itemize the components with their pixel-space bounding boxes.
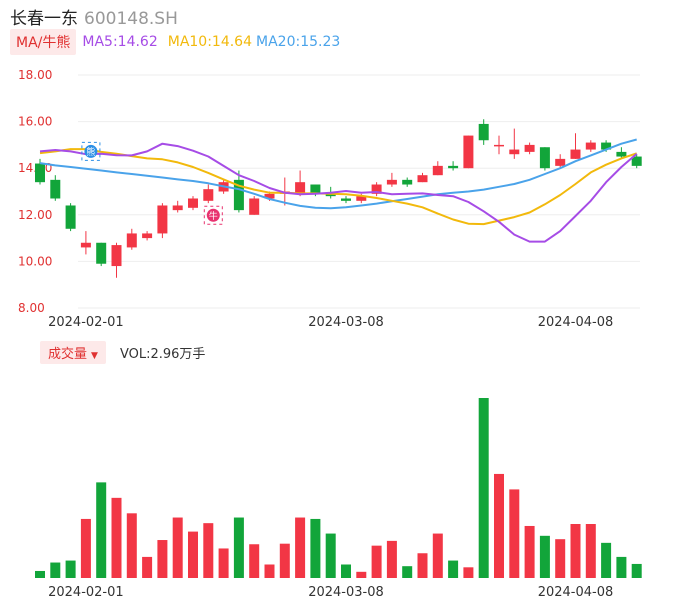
volume-bar [249,544,260,578]
candle-body [417,175,428,183]
candle-body [585,142,596,150]
volume-bar [157,540,168,578]
candle-body [172,205,183,211]
candle-body [65,205,76,229]
volume-bar [126,513,137,578]
volume-bar [203,523,214,578]
candle-body [555,158,566,166]
volume-bar [295,517,306,578]
x-tick-label: 2024-04-08 [538,315,614,330]
volume-bar [264,564,275,578]
x-tick-label: 2024-03-08 [308,585,384,600]
marker-label: 熊 [86,146,95,158]
candle-body [463,135,474,169]
volume-bar [585,524,596,578]
price-volume-chart[interactable]: 18.0016.0014.0012.0010.008.002024-02-012… [0,0,686,606]
volume-bar [463,567,474,578]
y-tick-label: 8.00 [18,301,45,315]
x-tick-label: 2024-03-08 [308,315,384,330]
y-tick-label: 12.00 [18,208,52,222]
candle-body [80,242,91,248]
volume-bar [35,570,45,578]
candle-body [249,198,260,215]
y-tick-label: 16.00 [18,115,52,129]
volume-bar [478,398,489,578]
candle-body [295,182,306,194]
volume-bar [356,571,367,578]
volume-bar [631,563,642,578]
x-tick-label: 2024-02-01 [48,585,124,600]
volume-bar [616,556,627,578]
candle-body [448,165,459,169]
candle-body [570,149,581,159]
candle-body [157,205,168,234]
volume-bar [539,535,550,578]
volume-bar [142,556,153,578]
volume-bar [111,497,122,578]
candle-body [509,149,520,155]
y-tick-label: 10.00 [18,254,52,268]
candle-body [524,144,535,152]
candle-body [432,165,443,176]
y-tick-label: 18.00 [18,68,52,82]
volume-bar [509,489,520,578]
candle-body [35,163,45,183]
candle-body [402,179,413,185]
candle-body [50,179,61,199]
candle-body [203,189,214,201]
candle-body [478,123,489,141]
candle-body [494,144,504,147]
marker-label: 牛 [209,210,218,222]
volume-bar [402,566,413,578]
volume-bar [325,533,336,578]
candle-body [111,245,122,267]
x-tick-label: 2024-04-08 [538,585,614,600]
candle-body [96,242,107,264]
candle-body [539,147,550,169]
volume-bar [417,553,428,578]
volume-bar [80,518,91,578]
volume-bar [96,482,107,578]
volume-bar [233,517,244,578]
volume-bar [218,548,229,578]
x-tick-label: 2024-02-01 [48,315,124,330]
volume-bar [310,518,321,578]
volume-bar [494,473,504,578]
candle-body [386,179,397,185]
volume-bar [65,560,76,578]
volume-bar [386,540,397,578]
candle-body [142,233,153,239]
volume-bar [341,564,351,578]
volume-bar [371,545,382,578]
volume-bar [601,542,612,578]
volume-bar [432,533,443,578]
volume-bar [524,525,535,578]
volume-bar [570,524,581,578]
candle-body [341,198,351,201]
candle-body [126,233,137,248]
volume-bar [172,517,183,578]
volume-bar [188,531,198,578]
volume-bar [555,539,566,578]
volume-bar [279,543,290,578]
candle-body [616,151,627,157]
volume-bar [50,562,61,578]
volume-bar [448,560,459,578]
candle-body [188,198,198,208]
